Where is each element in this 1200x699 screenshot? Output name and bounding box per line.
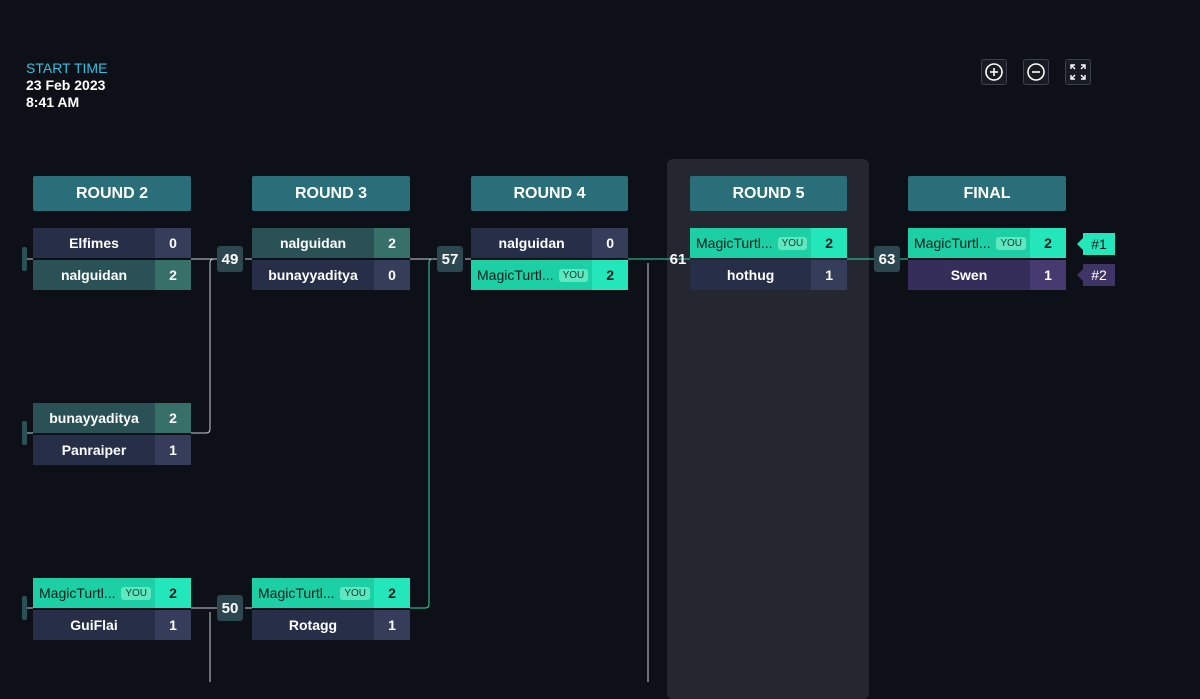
player-name: nalguidan [252,228,374,258]
rank-first-flag: #1 [1077,233,1115,255]
player-row[interactable]: nalguidan 0 [471,228,628,258]
player-row[interactable]: Rotagg 1 [252,610,410,640]
round-header-4: ROUND 4 [471,176,628,211]
previous-round-stub [22,247,27,271]
match-number: 63 [874,246,900,272]
player-name: MagicTurtl... [258,585,335,601]
round-header-5: ROUND 5 [690,176,847,211]
player-name: bunayyaditya [252,260,374,290]
player-name: MagicTurtl... [696,235,773,251]
player-score: 1 [155,435,191,465]
player-name: Panraiper [33,435,155,465]
player-score: 2 [155,260,191,290]
player-score: 2 [374,228,410,258]
you-badge: YOU [777,236,808,250]
player-score: 1 [811,260,847,290]
player-score: 2 [1030,228,1066,258]
player-name: Elfimes [33,228,155,258]
player-row[interactable]: bunayyaditya 0 [252,260,410,290]
round-header-3: ROUND 3 [252,176,410,211]
match-number: 61 [669,250,687,268]
player-row[interactable]: nalguidan 2 [33,260,191,290]
previous-round-stub [22,421,27,445]
player-row-you[interactable]: MagicTurtl... YOU 2 [471,260,628,290]
player-row[interactable]: bunayyaditya 2 [33,403,191,433]
player-score: 0 [155,228,191,258]
round-header-2: ROUND 2 [33,176,191,211]
player-score: 2 [374,578,410,608]
player-score: 1 [1030,260,1066,290]
you-badge: YOU [340,586,370,600]
player-name-cell: MagicTurtl... YOU [471,260,593,290]
player-name-cell: MagicTurtl... YOU [908,228,1030,258]
player-score: 2 [155,578,191,608]
match-number: 49 [217,246,243,272]
match-card[interactable]: nalguidan 2 bunayyaditya 0 [252,228,410,292]
player-name-cell: MagicTurtl... YOU [33,578,155,608]
match-card[interactable]: MagicTurtl... YOU 2 GuiFlai 1 [33,578,191,642]
player-name-cell: MagicTurtl... YOU [252,578,374,608]
player-row[interactable]: hothug 1 [690,260,847,290]
player-row-you[interactable]: MagicTurtl... YOU 2 [908,228,1066,258]
player-row-you[interactable]: MagicTurtl... YOU 2 [33,578,191,608]
you-badge: YOU [996,236,1026,250]
rank-second-flag: #2 [1077,264,1115,286]
player-name-cell: MagicTurtl... YOU [690,228,812,258]
player-score: 0 [592,228,628,258]
player-score: 2 [592,260,628,290]
player-score: 0 [374,260,410,290]
player-score: 1 [374,610,410,640]
player-row[interactable]: nalguidan 2 [252,228,410,258]
player-name: GuiFlai [33,610,155,640]
player-row[interactable]: Swen 1 [908,260,1066,290]
match-card[interactable]: bunayyaditya 2 Panraiper 1 [33,403,191,467]
previous-round-stub [22,596,27,620]
match-card[interactable]: nalguidan 0 MagicTurtl... YOU 2 [471,228,628,292]
match-card[interactable]: Elfimes 0 nalguidan 2 [33,228,191,292]
final-match-card[interactable]: MagicTurtl... YOU 2 Swen 1 [908,228,1066,292]
player-row-you[interactable]: MagicTurtl... YOU 2 [690,228,847,258]
you-badge: YOU [121,586,151,600]
player-row[interactable]: Panraiper 1 [33,435,191,465]
match-card[interactable]: MagicTurtl... YOU 2 Rotagg 1 [252,578,410,642]
player-name: nalguidan [33,260,155,290]
player-name: MagicTurtl... [477,267,554,283]
match-card[interactable]: MagicTurtl... YOU 2 hothug 1 [690,228,847,292]
player-score: 1 [155,610,191,640]
player-name: nalguidan [471,228,593,258]
match-number: 50 [217,595,243,621]
player-name: MagicTurtl... [39,585,116,601]
player-name: hothug [690,260,812,290]
player-row-you[interactable]: MagicTurtl... YOU 2 [252,578,410,608]
player-name: bunayyaditya [33,403,155,433]
you-badge: YOU [558,268,589,282]
match-number: 57 [437,246,463,272]
player-row[interactable]: GuiFlai 1 [33,610,191,640]
player-score: 2 [155,403,191,433]
player-score: 2 [811,228,847,258]
round-header-final: FINAL [908,176,1066,211]
player-name: Rotagg [252,610,374,640]
player-row[interactable]: Elfimes 0 [33,228,191,258]
player-name: Swen [908,260,1030,290]
player-name: MagicTurtl... [914,235,991,251]
